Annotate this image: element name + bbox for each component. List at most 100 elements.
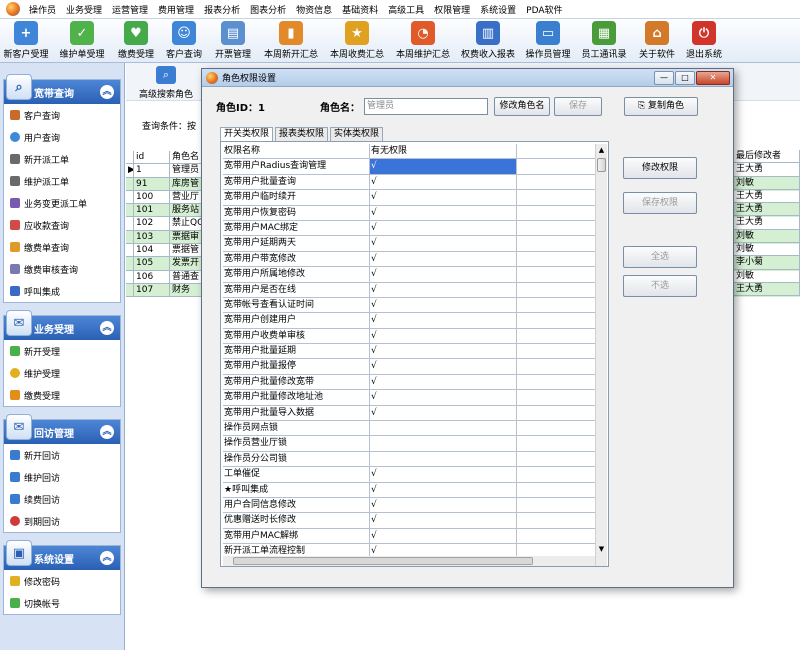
table-row[interactable]: 宽带用户批量修改地址池 √ — [223, 390, 595, 406]
menu-charts[interactable]: 图表分析 — [245, 3, 291, 16]
menu-advanced-tools[interactable]: 高级工具 — [383, 3, 429, 16]
tab-switch-permissions[interactable]: 开关类权限 — [220, 127, 274, 141]
toolbar-exit-button[interactable]: ⏻ 退出系统 — [682, 19, 726, 63]
table-row[interactable]: 刘敏 — [734, 243, 800, 257]
copy-role-button[interactable]: ⎘ 复制角色 — [624, 97, 698, 116]
cell-permission-value[interactable]: √ — [370, 528, 517, 545]
cell-permission-value[interactable]: √ — [370, 328, 517, 345]
toolbar-customer-query-button[interactable]: ☺ 客户查询 — [160, 19, 208, 63]
save-button[interactable]: 保存 — [554, 97, 602, 116]
menu-fees[interactable]: 费用管理 — [153, 3, 199, 16]
sidebar-item-change-password[interactable]: 修改密码 — [4, 570, 120, 592]
advanced-search-role-button[interactable]: ⌕ 高级搜索角色 — [134, 65, 198, 100]
cell-permission-value[interactable]: √ — [370, 205, 517, 221]
scroll-thumb[interactable] — [597, 158, 606, 172]
sidebar-section-header[interactable]: ▣ 系统设置 ︽ — [4, 540, 120, 570]
sidebar-item-new-accept[interactable]: 新开受理 — [4, 340, 120, 362]
scroll-up-icon[interactable]: ▲ — [597, 145, 606, 155]
grid-header-id[interactable]: id — [134, 151, 170, 165]
toolbar-invoice-button[interactable]: ▤ 开票管理 — [208, 19, 258, 63]
collapse-icon[interactable]: ︽ — [100, 85, 114, 99]
table-row[interactable]: 宽带用户创建用户 √ — [223, 313, 595, 329]
table-row[interactable]: 宽带用户所属地修改 √ — [223, 267, 595, 283]
minimize-button[interactable]: — — [654, 71, 674, 85]
menu-materials[interactable]: 物资信息 — [291, 3, 337, 16]
cell-permission-value[interactable]: √ — [370, 251, 517, 268]
sidebar-item-call-integration[interactable]: 呼叫集成 — [4, 280, 120, 302]
sidebar-item-new-workorder[interactable]: 新开派工单 — [4, 148, 120, 170]
scroll-thumb[interactable] — [233, 557, 533, 565]
table-row[interactable]: 王大勇 — [734, 189, 800, 204]
sidebar-item-change-workorder[interactable]: 业务变更派工单 — [4, 192, 120, 214]
cell-permission-value[interactable] — [370, 451, 517, 468]
table-row[interactable]: 操作员营业厅锁 — [223, 436, 595, 452]
table-row[interactable]: 宽带用户批量报停 √ — [223, 359, 595, 375]
toolbar-about-button[interactable]: ⌂ 关于软件 — [632, 19, 682, 63]
cell-permission-value[interactable]: √ — [370, 313, 517, 329]
cell-permission-value[interactable]: √ — [370, 344, 517, 360]
table-row[interactable]: 王大勇 — [734, 203, 800, 217]
table-row[interactable]: 宽带用户恢复密码 √ — [223, 205, 595, 221]
menu-business[interactable]: 业务受理 — [61, 3, 107, 16]
select-none-button[interactable]: 不选 — [623, 275, 697, 297]
cell-permission-value[interactable] — [370, 421, 517, 437]
menu-reports[interactable]: 报表分析 — [199, 3, 245, 16]
table-row[interactable]: 李小菊 — [734, 256, 800, 270]
sidebar-item-user-query[interactable]: 用户查询 — [4, 126, 120, 148]
table-row[interactable]: 宽带用户收费单审核 √ — [223, 328, 595, 345]
toolbar-new-customer-button[interactable]: + 新客户受理 — [0, 19, 52, 63]
sidebar-item-payment-audit[interactable]: 缴费审核查询 — [4, 258, 120, 280]
toolbar-weekly-maint-button[interactable]: ◔ 本周维护汇总 — [390, 19, 456, 63]
table-row[interactable]: 宽带用户临时续开 √ — [223, 190, 595, 206]
table-row[interactable]: 宽带用户MAC绑定 √ — [223, 220, 595, 237]
sidebar-item-maint-accept[interactable]: 维护受理 — [4, 362, 120, 384]
toolbar-staff-contacts-button[interactable]: ▦ 员工通讯录 — [576, 19, 632, 63]
close-button[interactable]: ✕ — [696, 71, 730, 85]
collapse-icon[interactable]: ︽ — [100, 425, 114, 439]
cell-permission-value[interactable]: √ — [370, 497, 517, 514]
toolbar-operator-mgmt-button[interactable]: ▭ 操作员管理 — [520, 19, 576, 63]
sidebar-section-header[interactable]: ⌕ 宽带查询 ︽ — [4, 74, 120, 104]
cell-permission-value[interactable]: √ — [370, 236, 517, 252]
menu-pda[interactable]: PDA软件 — [521, 3, 567, 16]
collapse-icon[interactable]: ︽ — [100, 321, 114, 335]
table-row[interactable]: 刘敏 — [734, 269, 800, 283]
cell-permission-value[interactable]: √ — [370, 267, 517, 283]
sidebar-item-new-callback[interactable]: 新开回访 — [4, 444, 120, 466]
table-row[interactable]: 宽带用户Radius查询管理 √ — [223, 159, 595, 175]
menu-permissions[interactable]: 权限管理 — [429, 3, 475, 16]
sidebar-item-expire-callback[interactable]: 到期回访 — [4, 510, 120, 532]
table-row[interactable]: 王大勇 — [734, 282, 800, 297]
menu-operations[interactable]: 运营管理 — [107, 3, 153, 16]
sidebar-item-receivables[interactable]: 应收款查询 — [4, 214, 120, 236]
table-row[interactable]: 宽带用户批量导入数据 √ — [223, 405, 595, 422]
cell-permission-value[interactable]: √ — [370, 159, 517, 175]
cell-permission-value[interactable]: √ — [370, 513, 517, 529]
collapse-icon[interactable]: ︽ — [100, 551, 114, 565]
table-row[interactable]: 宽带用户批量查询 √ — [223, 174, 595, 191]
menu-basic-data[interactable]: 基础资料 — [337, 3, 383, 16]
table-row[interactable]: 宽带用户MAC解绑 √ — [223, 528, 595, 545]
maximize-button[interactable]: □ — [675, 71, 695, 85]
rename-role-button[interactable]: 修改角色名 — [494, 97, 550, 116]
table-row[interactable]: 宽带用户批量修改宽带 √ — [223, 374, 595, 391]
select-all-button[interactable]: 全选 — [623, 246, 697, 268]
table-row[interactable]: ★呼叫集成 √ — [223, 482, 595, 498]
menu-operator[interactable]: 操作员 — [24, 3, 61, 16]
table-row[interactable]: 刘敏 — [734, 229, 800, 244]
modify-permission-button[interactable]: 修改权限 — [623, 157, 697, 179]
sidebar-item-switch-account[interactable]: 切换帐号 — [4, 592, 120, 614]
table-row[interactable]: 宽带用户批量延期 √ — [223, 344, 595, 360]
cell-permission-value[interactable]: √ — [370, 467, 517, 483]
table-row[interactable]: 王大勇 — [734, 216, 800, 230]
table-row[interactable]: 王大勇 — [734, 163, 800, 177]
cell-permission-value[interactable]: √ — [370, 190, 517, 206]
toolbar-maintenance-button[interactable]: ✓ 维护单受理 — [52, 19, 112, 63]
toolbar-fee-income-button[interactable]: ▥ 权费收入报表 — [456, 19, 520, 63]
scroll-down-icon[interactable]: ▼ — [597, 544, 606, 554]
cell-permission-value[interactable]: √ — [370, 359, 517, 375]
table-row[interactable]: 工单催促 √ — [223, 467, 595, 483]
sidebar-item-maint-callback[interactable]: 维护回访 — [4, 466, 120, 488]
sidebar-item-renew-callback[interactable]: 续费回访 — [4, 488, 120, 510]
save-permission-button[interactable]: 保存权限 — [623, 192, 697, 214]
